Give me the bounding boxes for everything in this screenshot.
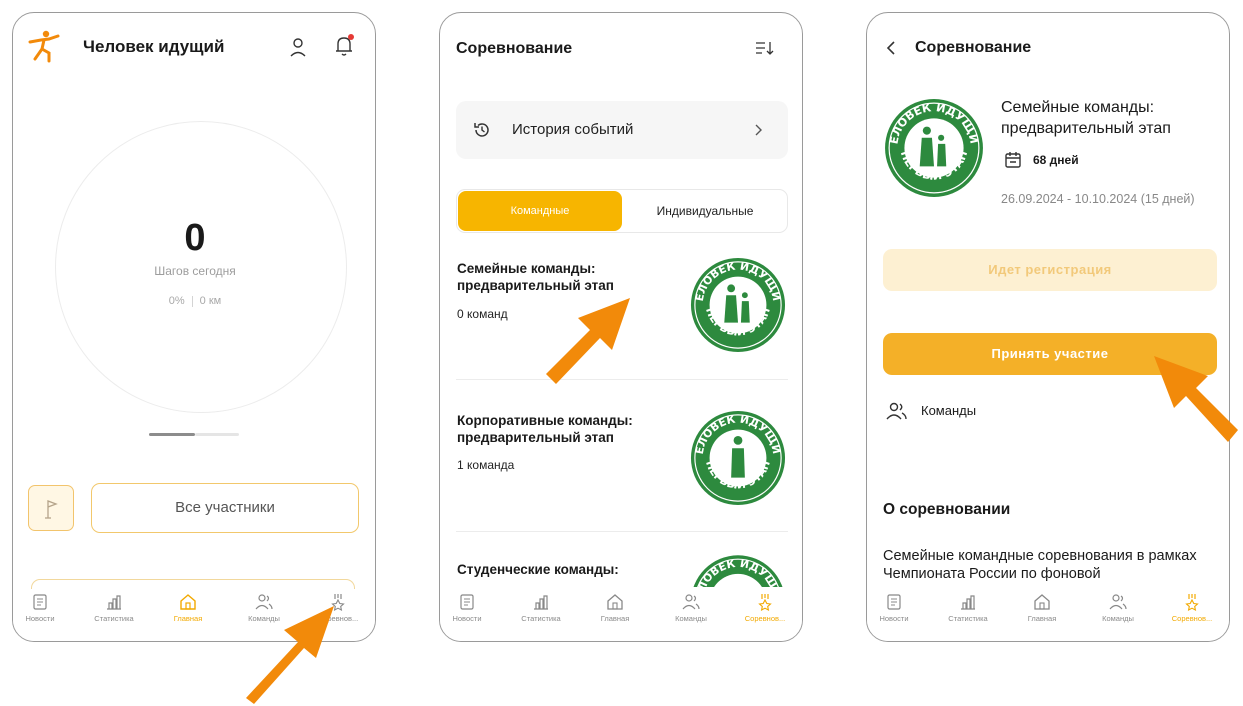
tab-label: Новости <box>452 614 482 623</box>
competition-count: 0 команд <box>457 307 508 321</box>
tab-label: Команды <box>675 614 707 623</box>
flag-icon <box>45 500 58 519</box>
tab-home[interactable]: Главная <box>580 593 650 623</box>
corporate-logo-icon: ЧЕЛОВЕК ИДУЩИЙ ПЕРВЫЙ ЭТАП <box>689 409 786 506</box>
pager-indicator <box>195 433 239 436</box>
tab-competitions[interactable]: Соревнов... <box>1157 593 1227 623</box>
tab-news[interactable]: Новости <box>13 593 75 623</box>
bottom-tab-bar: Новости Статистика Главная Команды Сорев… <box>867 589 1229 641</box>
screen-title: Соревнование <box>456 40 573 57</box>
tab-label: Соревнов... <box>1171 614 1213 623</box>
competition-title: Корпоративные команды: предварительный э… <box>457 413 633 445</box>
tab-label: Новости <box>25 614 55 623</box>
competition-count: 1 команда <box>457 458 515 472</box>
news-icon <box>460 594 474 610</box>
profile-icon[interactable] <box>289 37 307 59</box>
walking-man-logo-icon <box>28 30 60 63</box>
arrow-to-family-competition <box>546 298 630 384</box>
news-icon <box>33 594 47 610</box>
days-remaining: 68 дней <box>1033 153 1079 167</box>
app-title: Человек идущий <box>83 37 225 56</box>
segment-team[interactable]: Командные <box>458 191 622 231</box>
tab-news[interactable]: Новости <box>867 593 929 623</box>
list-divider <box>456 531 788 532</box>
teams-icon <box>682 594 700 610</box>
chart-icon <box>107 595 121 610</box>
progress-stats: 0% 0 км <box>13 295 375 307</box>
tab-label: Главная <box>1027 614 1057 623</box>
all-participants-button[interactable]: Все участники <box>91 483 359 533</box>
bottom-tab-bar: Новости Статистика Главная Команды Сорев… <box>440 589 802 641</box>
tab-label: Статистика <box>948 614 988 623</box>
teams-icon <box>1109 594 1127 610</box>
tab-teams[interactable]: Команды <box>656 593 726 623</box>
tab-statistics[interactable]: Статистика <box>79 593 149 623</box>
back-chevron-icon[interactable] <box>885 40 897 56</box>
medal-icon <box>1185 594 1199 611</box>
teams-icon <box>886 402 907 420</box>
competition-type-switch: Командные Индивидуальные <box>456 189 788 233</box>
history-icon <box>474 123 489 137</box>
tab-label: Соревнов... <box>744 614 786 623</box>
tab-label: Главная <box>600 614 630 623</box>
tab-teams[interactable]: Команды <box>1083 593 1153 623</box>
news-icon <box>887 594 901 610</box>
home-icon <box>607 594 623 610</box>
home-icon <box>180 594 196 610</box>
segment-individual[interactable]: Индивидуальные <box>623 191 787 231</box>
medal-icon <box>758 594 772 611</box>
flag-button[interactable] <box>28 485 74 531</box>
competition-title: Семейные команды: предварительный этап <box>457 261 614 293</box>
competition-dates: 26.09.2024 - 10.10.2024 (15 дней) <box>1001 192 1195 206</box>
arrow-to-competitions-tab <box>246 606 334 704</box>
family-logo-icon: ЧЕЛОВЕК ИДУЩИЙ ПЕРВЫЙ ЭТАП <box>689 256 786 353</box>
phone-competition-detail-screen: Соревнование ЧЕЛОВЕК ИДУЩИЙ ПЕРВЫЙ ЭТАП … <box>866 12 1230 642</box>
family-logo-icon: ЧЕЛОВЕК ИДУЩИЙ ПЕРВЫЙ ЭТАП <box>883 97 983 197</box>
tab-news[interactable]: Новости <box>440 593 502 623</box>
competition-title: Студенческие команды: <box>457 562 619 577</box>
tab-label: Команды <box>1102 614 1134 623</box>
distance-value: 0 км <box>199 295 222 307</box>
event-history-card[interactable]: История событий <box>456 101 788 159</box>
about-heading: О соревновании <box>883 501 1011 518</box>
chart-icon <box>534 595 548 610</box>
arrow-to-join-button <box>1154 356 1238 442</box>
steps-label: Шагов сегодня <box>154 264 236 278</box>
tab-statistics[interactable]: Статистика <box>933 593 1003 623</box>
tab-label: Главная <box>173 614 203 623</box>
chart-icon <box>961 595 975 610</box>
calendar-icon <box>1005 152 1021 168</box>
registration-status-button: Идет регистрация <box>883 249 1217 291</box>
chevron-right-icon <box>755 124 762 136</box>
teams-link[interactable]: Команды <box>921 403 976 418</box>
tab-statistics[interactable]: Статистика <box>506 593 576 623</box>
percent-value: 0% <box>168 295 185 307</box>
tab-home[interactable]: Главная <box>1007 593 1077 623</box>
tab-home[interactable]: Главная <box>153 593 223 623</box>
tab-competitions[interactable]: Соревнов... <box>730 593 800 623</box>
student-logo-icon: ЧЕЛОВЕК ИДУЩИЙ <box>689 553 783 587</box>
pager-indicator-active <box>149 433 195 436</box>
tab-label: Новости <box>879 614 909 623</box>
tab-label: Статистика <box>521 614 561 623</box>
phone-home-screen: Человек идущий 0 Шагов сегодня 0% 0 км Вс… <box>12 12 376 642</box>
tab-label: Статистика <box>94 614 134 623</box>
sort-icon[interactable] <box>754 39 776 57</box>
home-icon <box>1034 594 1050 610</box>
steps-count: 0 <box>184 217 206 259</box>
about-text: Семейные командные соревнования в рамках… <box>883 548 1197 582</box>
history-label: История событий <box>512 121 634 138</box>
screen-title: Соревнование <box>915 39 1032 56</box>
notification-bell-icon[interactable] <box>333 33 357 59</box>
competition-title: Семейные команды: предварительный этап <box>1001 99 1171 137</box>
